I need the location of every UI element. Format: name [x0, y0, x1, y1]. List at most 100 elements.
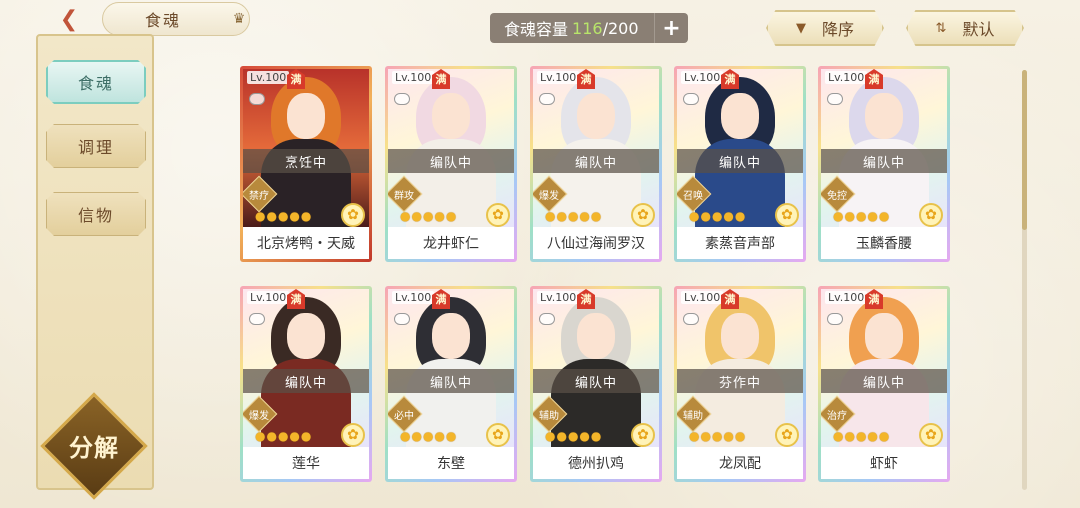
lock-icon[interactable] [249, 313, 265, 325]
character-card[interactable]: Lv.100 满 编队中 爆发 ●●●●● ✿ 莲华 [240, 286, 372, 482]
back-button[interactable]: ❮ [50, 4, 88, 34]
star-rating: ●●●●● [833, 429, 891, 443]
character-name: 龙井虾仁 [388, 227, 514, 259]
character-card[interactable]: Lv.100 满 芬作中 辅助 ●●●●● ✿ 龙凤配 [674, 286, 806, 482]
character-name: 虾虾 [821, 447, 947, 479]
capacity-label: 食魂容量 [504, 20, 569, 39]
star-rating: ●●●●● [255, 209, 313, 223]
status-banner: 编队中 [243, 369, 369, 393]
status-banner: 编队中 [821, 149, 947, 173]
sort-mode-button[interactable]: ⇅ 默认 [906, 10, 1024, 46]
lock-icon[interactable] [683, 313, 699, 325]
top-bar: ❮ 食魂 ♛ 食魂容量 116 /200 + ▼ 降序 ⇅ 默认 [0, 0, 1080, 46]
star-rating: ●●●●● [545, 429, 603, 443]
star-rating: ●●●●● [545, 209, 603, 223]
lock-icon[interactable] [827, 313, 843, 325]
level-label: Lv.100 [392, 291, 435, 304]
decompose-label: 分解 [69, 433, 119, 462]
character-name: 龙凤配 [677, 447, 803, 479]
flower-icon: ✿ [341, 423, 365, 447]
character-card[interactable]: Lv.100 满 编队中 必中 ●●●●● ✿ 东壁 [385, 286, 517, 482]
sidebar-item-label: 信物 [77, 206, 114, 225]
character-name: 莲华 [243, 447, 369, 479]
role-label: 爆发 [539, 191, 559, 202]
status-banner: 烹饪中 [243, 149, 369, 173]
flower-icon: ✿ [486, 423, 510, 447]
lock-icon[interactable] [827, 93, 843, 105]
flower-icon: ✿ [919, 423, 943, 447]
lock-icon[interactable] [249, 93, 265, 105]
status-banner: 编队中 [533, 149, 659, 173]
triangle-down-icon: ▼ [795, 20, 806, 36]
star-rating: ●●●●● [689, 429, 747, 443]
star-rating: ●●●●● [689, 209, 747, 223]
character-name: 八仙过海闹罗汉 [533, 227, 659, 259]
status-banner: 编队中 [821, 369, 947, 393]
lock-icon[interactable] [683, 93, 699, 105]
plus-icon: + [662, 15, 681, 41]
scrollbar-thumb[interactable] [1022, 70, 1027, 230]
flower-icon: ✿ [775, 203, 799, 227]
add-capacity-button[interactable]: + [654, 13, 688, 43]
page-title: 食魂 [145, 11, 182, 30]
back-arrow-icon: ❮ [59, 6, 79, 32]
sidebar-item-label: 调理 [77, 138, 114, 157]
status-banner: 编队中 [533, 369, 659, 393]
character-card[interactable]: Lv.100 满 编队中 辅助 ●●●●● ✿ 德州扒鸡 [530, 286, 662, 482]
scrollbar[interactable] [1022, 70, 1027, 490]
flower-icon: ✿ [919, 203, 943, 227]
character-name: 东壁 [388, 447, 514, 479]
role-label: 必中 [394, 411, 414, 422]
status-banner: 编队中 [677, 149, 803, 173]
role-label: 爆发 [249, 411, 269, 422]
role-label: 辅助 [683, 411, 703, 422]
sidebar-item-shihun[interactable]: 食魂 [46, 60, 146, 104]
character-card[interactable]: Lv.100 满 编队中 免控 ●●●●● ✿ 玉麟香腰 [818, 66, 950, 262]
flower-icon: ✿ [341, 203, 365, 227]
star-rating: ●●●●● [400, 429, 458, 443]
level-label: Lv.100 [392, 71, 435, 84]
character-name: 北京烤鸭・天威 [243, 227, 369, 259]
sort-arrows-icon: ⇅ [935, 20, 947, 36]
sidebar-item-xinwu[interactable]: 信物 [46, 192, 146, 236]
capacity-current: 116 [572, 18, 603, 38]
star-rating: ●●●●● [400, 209, 458, 223]
sort-order-button[interactable]: ▼ 降序 [766, 10, 884, 46]
level-label: Lv.100 [681, 71, 724, 84]
character-name: 德州扒鸡 [533, 447, 659, 479]
role-label: 禁疗 [249, 191, 269, 202]
character-name: 素蒸音声部 [677, 227, 803, 259]
level-label: Lv.100 [825, 71, 868, 84]
level-label: Lv.100 [825, 291, 868, 304]
character-card[interactable]: Lv.100 满 烹饪中 禁疗 ●●●●● ✿ 北京烤鸭・天威 [240, 66, 372, 262]
character-card[interactable]: Lv.100 满 编队中 召唤 ●●●●● ✿ 素蒸音声部 [674, 66, 806, 262]
level-label: Lv.100 [247, 71, 290, 84]
level-label: Lv.100 [537, 71, 580, 84]
star-rating: ●●●●● [255, 429, 313, 443]
role-label: 召唤 [683, 191, 703, 202]
flower-icon: ✿ [631, 203, 655, 227]
sort-order-label: 降序 [821, 20, 854, 39]
level-label: Lv.100 [537, 291, 580, 304]
status-banner: 芬作中 [677, 369, 803, 393]
flower-icon: ✿ [631, 423, 655, 447]
crown-icon: ♛ [232, 11, 246, 27]
capacity-max: /200 [602, 18, 639, 38]
status-banner: 编队中 [388, 149, 514, 173]
lock-icon[interactable] [539, 93, 555, 105]
character-name: 玉麟香腰 [821, 227, 947, 259]
status-banner: 编队中 [388, 369, 514, 393]
capacity-display: 食魂容量 116 /200 + [490, 13, 688, 43]
lock-icon[interactable] [394, 93, 410, 105]
character-card[interactable]: Lv.100 满 编队中 爆发 ●●●●● ✿ 八仙过海闹罗汉 [530, 66, 662, 262]
character-card[interactable]: Lv.100 满 编队中 治疗 ●●●●● ✿ 虾虾 [818, 286, 950, 482]
lock-icon[interactable] [539, 313, 555, 325]
role-label: 治疗 [827, 411, 847, 422]
character-card[interactable]: Lv.100 满 编队中 群攻 ●●●●● ✿ 龙井虾仁 [385, 66, 517, 262]
lock-icon[interactable] [394, 313, 410, 325]
role-label: 免控 [827, 191, 847, 202]
star-rating: ●●●●● [833, 209, 891, 223]
sidebar-item-tiaoli[interactable]: 调理 [46, 124, 146, 168]
flower-icon: ✿ [486, 203, 510, 227]
sort-mode-label: 默认 [962, 20, 995, 39]
